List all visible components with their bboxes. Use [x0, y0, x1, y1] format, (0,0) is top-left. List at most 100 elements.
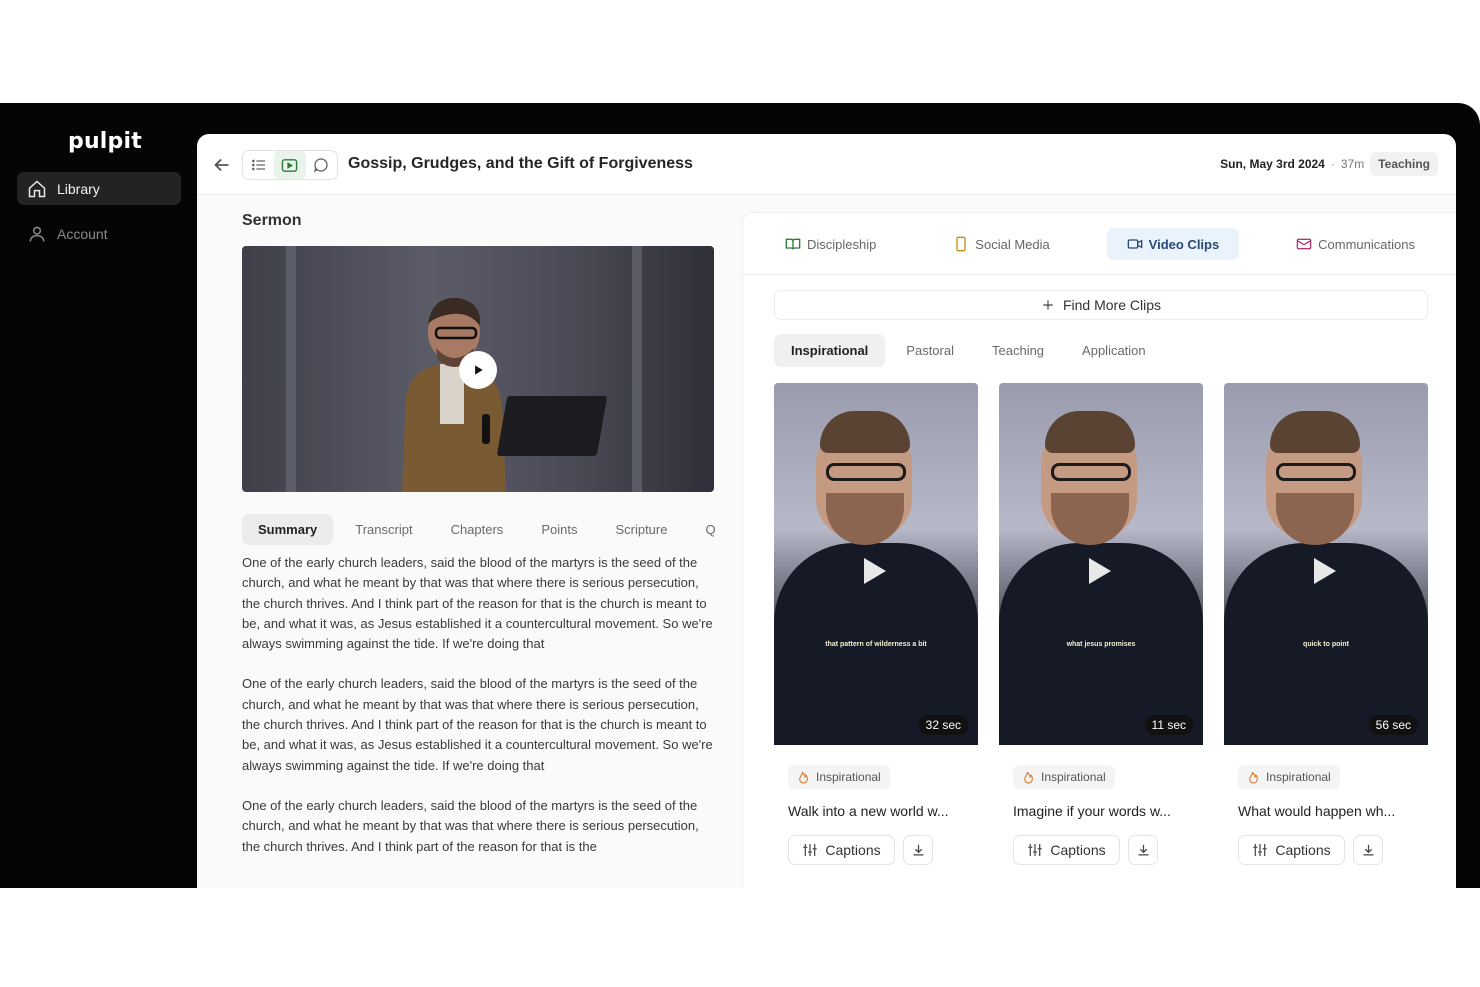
download-icon: [1138, 844, 1148, 855]
tab-transcript[interactable]: Transcript: [339, 514, 428, 545]
tab-questions[interactable]: Q: [689, 514, 715, 545]
clip-duration: 56 sec: [1368, 715, 1418, 735]
tab-summary[interactable]: Summary: [242, 513, 334, 545]
plus-icon: [1043, 300, 1053, 310]
play-icon: [864, 558, 886, 584]
download-icon: [1363, 844, 1373, 855]
speaker-hair: [1045, 411, 1135, 453]
play-button[interactable]: [459, 351, 497, 389]
clip-title: Walk into a new world w...: [788, 803, 949, 819]
tab-label: Video Clips: [1148, 236, 1220, 252]
sidebar-item-account[interactable]: Account: [17, 217, 181, 250]
content-type-tabs: Discipleship Social Media Video Clips Co…: [765, 227, 1435, 261]
caption-overlay: quick to point: [1303, 641, 1349, 648]
captions-label: Captions: [825, 842, 881, 858]
sermon-pane: Sermon Summary Transcript Chapters Point…: [197, 195, 743, 888]
fire-icon: [1249, 771, 1258, 783]
lectern: [496, 396, 608, 456]
speaker-beard: [1276, 493, 1354, 545]
tab-points[interactable]: Points: [525, 514, 593, 545]
sliders-icon: [1253, 844, 1268, 856]
find-more-label: Find More Clips: [1062, 297, 1162, 313]
tab-application[interactable]: Application: [1065, 334, 1163, 367]
clip-tag: Inspirational: [1013, 765, 1115, 789]
captions-button[interactable]: Captions: [1238, 835, 1345, 865]
tab-social-media[interactable]: Social Media: [933, 228, 1069, 260]
home-icon: [28, 179, 46, 197]
user-icon: [29, 226, 45, 242]
category-badge: Teaching: [1370, 152, 1438, 176]
clip-card: quick to point 56 sec Inspirational What…: [1224, 383, 1428, 888]
clip-card: that pattern of wilderness a bit 32 sec …: [774, 383, 978, 888]
clip-thumbnail[interactable]: that pattern of wilderness a bit 32 sec: [774, 383, 978, 745]
captions-label: Captions: [1275, 842, 1331, 858]
speaker-glasses: [1276, 463, 1356, 481]
clip-tag-label: Inspirational: [816, 770, 881, 784]
download-button[interactable]: [1353, 835, 1383, 865]
list-view-button[interactable]: [243, 151, 274, 179]
download-icon: [913, 844, 923, 855]
clip-tag-label: Inspirational: [1266, 770, 1331, 784]
sidebar: pulpit Library Account: [0, 103, 197, 888]
main-screen: Gossip, Grudges, and the Gift of Forgive…: [197, 134, 1456, 888]
speaker-hair: [1270, 411, 1360, 453]
speaker-glasses: [1051, 463, 1131, 481]
sermon-video-player[interactable]: [242, 246, 714, 492]
captions-button[interactable]: Captions: [788, 835, 895, 865]
fire-icon: [799, 771, 808, 783]
list-icon: [251, 159, 265, 171]
download-button[interactable]: [1128, 835, 1158, 865]
speaker-beard: [1051, 493, 1129, 545]
view-toggle-group: [242, 150, 338, 180]
speaker-glasses: [826, 463, 906, 481]
download-button[interactable]: [903, 835, 933, 865]
sliders-icon: [1028, 844, 1043, 856]
page-title: Gossip, Grudges, and the Gift of Forgive…: [348, 155, 693, 172]
sidebar-item-label: Library: [57, 180, 100, 197]
clip-card: what jesus promises 11 sec Inspirational…: [999, 383, 1203, 888]
phone-icon: [956, 236, 966, 252]
clip-category-tabs: Inspirational Pastoral Teaching Applicat…: [774, 334, 1163, 367]
chat-view-button[interactable]: [306, 151, 337, 179]
clip-tag-label: Inspirational: [1041, 770, 1106, 784]
clip-thumbnail[interactable]: what jesus promises 11 sec: [999, 383, 1203, 745]
clip-title: Imagine if your words w...: [1013, 803, 1171, 819]
tab-teaching[interactable]: Teaching: [975, 334, 1061, 367]
play-square-icon: [282, 158, 298, 172]
find-more-clips-button[interactable]: Find More Clips: [774, 290, 1428, 320]
tab-discipleship[interactable]: Discipleship: [765, 228, 896, 260]
video-icon: [1127, 239, 1142, 249]
tab-inspirational[interactable]: Inspirational: [774, 334, 886, 367]
sidebar-item-library[interactable]: Library: [17, 172, 181, 205]
speaker-beard: [826, 493, 904, 545]
play-icon: [1089, 558, 1111, 584]
chat-bubble-icon: [314, 158, 328, 173]
background-panel: [286, 246, 296, 492]
section-title: Sermon: [242, 212, 302, 229]
divider: [743, 274, 1456, 275]
summary-paragraph: One of the early church leaders, said th…: [242, 555, 713, 652]
captions-button[interactable]: Captions: [1013, 835, 1120, 865]
clip-tag: Inspirational: [1238, 765, 1340, 789]
tab-video-clips[interactable]: Video Clips: [1106, 228, 1240, 260]
sermon-duration: 37m: [1340, 157, 1365, 171]
tab-scripture[interactable]: Scripture: [599, 514, 683, 545]
sliders-icon: [803, 844, 818, 856]
speaker-hair: [820, 411, 910, 453]
video-view-button[interactable]: [274, 151, 306, 179]
summary-text: One of the early church leaders, said th…: [242, 553, 720, 877]
captions-label: Captions: [1050, 842, 1106, 858]
background-panel: [632, 246, 642, 492]
play-icon: [1314, 558, 1336, 584]
clip-thumbnail[interactable]: quick to point 56 sec: [1224, 383, 1428, 745]
play-icon: [475, 365, 483, 375]
sermon-date: Sun, May 3rd 2024: [1220, 157, 1325, 171]
tab-chapters[interactable]: Chapters: [435, 514, 520, 545]
tab-communications[interactable]: Communications: [1276, 228, 1435, 260]
caption-overlay: that pattern of wilderness a bit: [825, 641, 927, 648]
clip-title: What would happen wh...: [1238, 803, 1396, 819]
sidebar-item-label: Account: [57, 225, 108, 242]
summary-paragraph: One of the early church leaders, said th…: [242, 797, 699, 854]
back-arrow-icon[interactable]: [211, 154, 233, 176]
tab-pastoral[interactable]: Pastoral: [889, 334, 971, 367]
